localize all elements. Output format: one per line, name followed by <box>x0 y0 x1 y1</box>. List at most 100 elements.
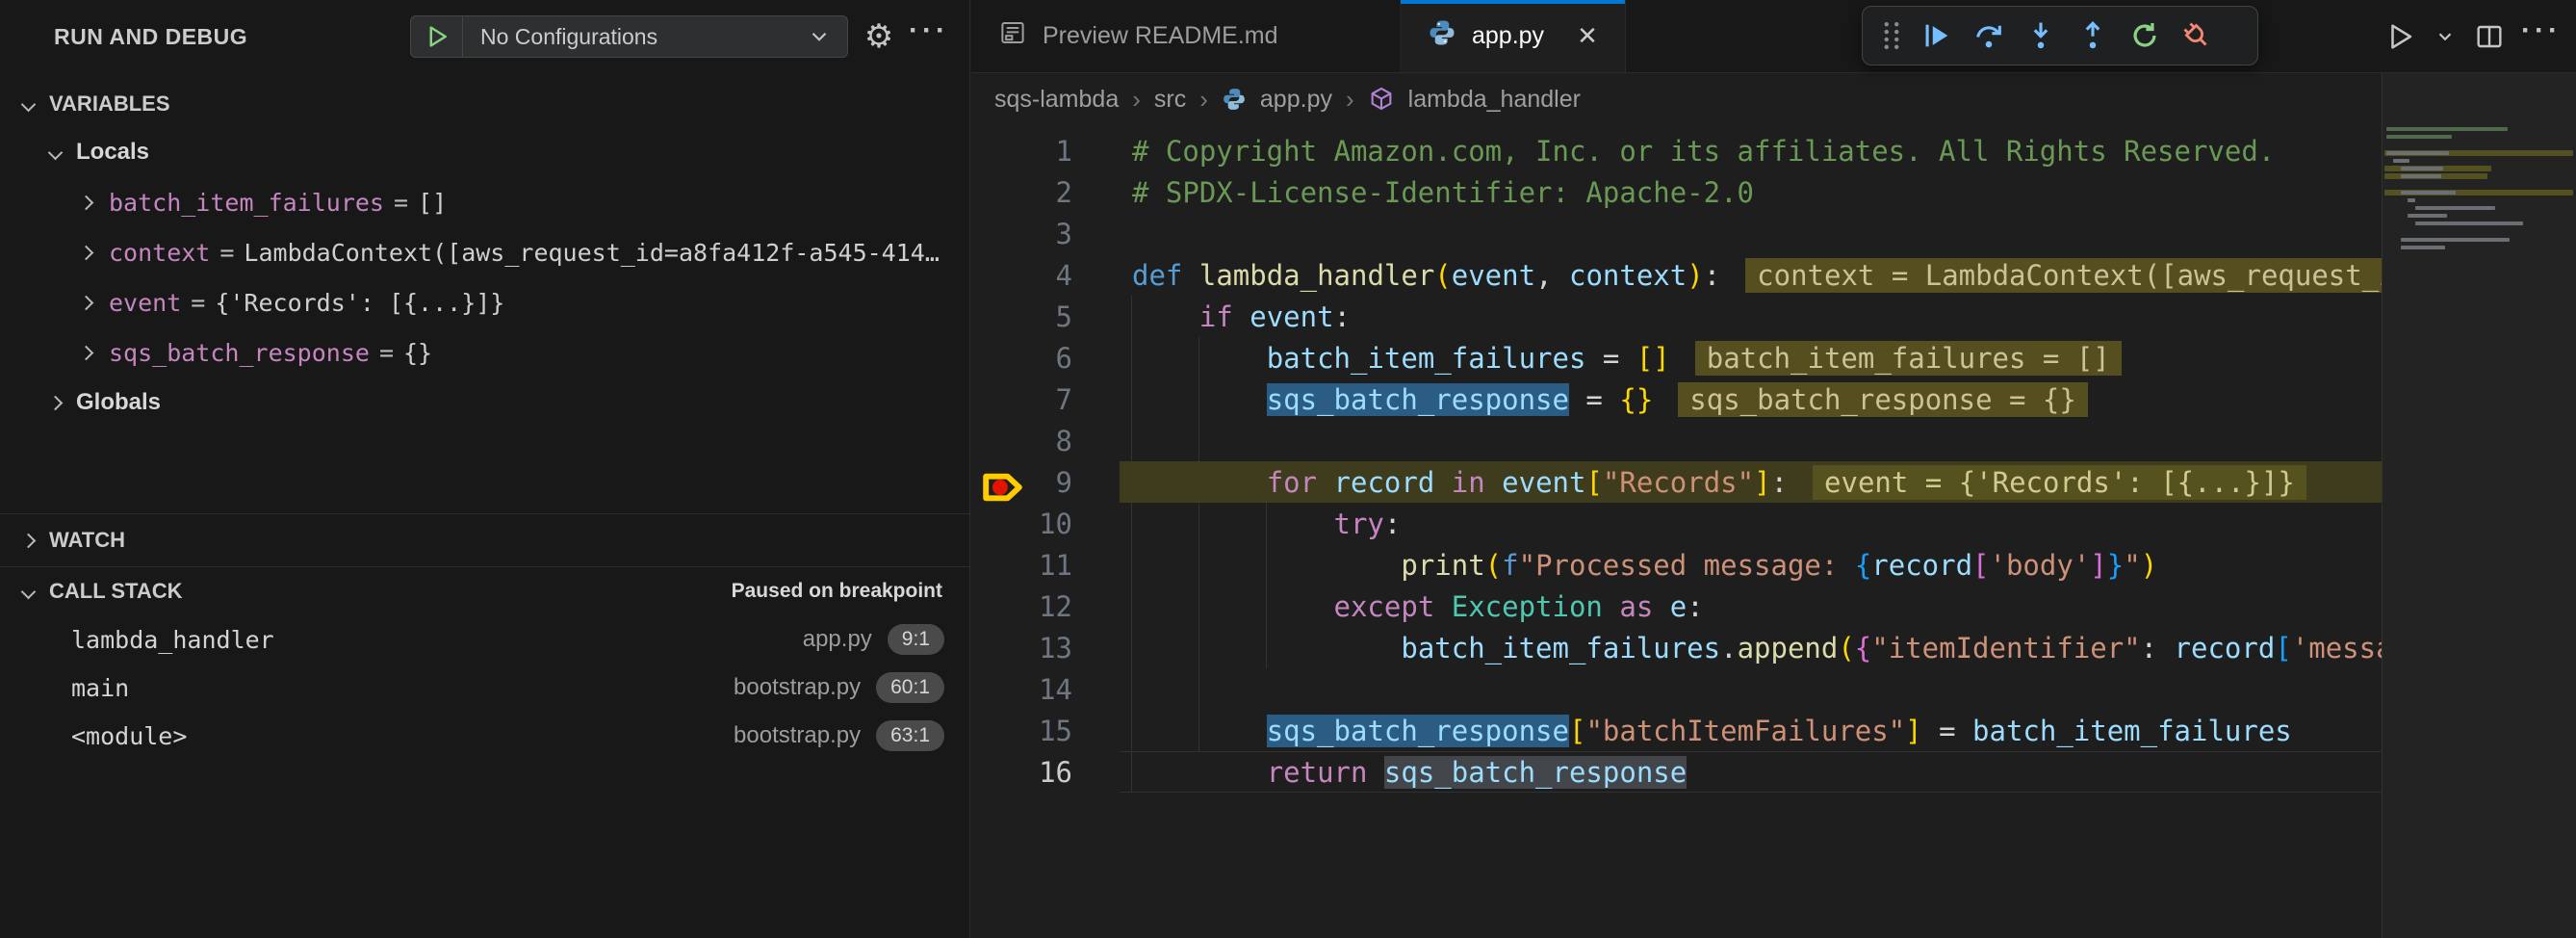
paused-status-badge: Paused on breakpoint <box>732 580 942 603</box>
code-text: # Copyright Amazon.com, Inc. or its affi… <box>1132 135 2275 168</box>
call-stack-frame[interactable]: <module> bootstrap.py63:1 <box>0 712 969 760</box>
editor-gutter[interactable]: 12 <box>971 590 1132 623</box>
line-number: 9 <box>1056 466 1072 499</box>
chevron-right-icon <box>79 245 94 260</box>
code-text: print(f"Processed message: {record['body… <box>1132 549 2157 582</box>
close-icon[interactable]: ✕ <box>1577 21 1598 51</box>
debug-config-dropdown[interactable]: No Configurations <box>410 15 848 58</box>
start-debug-icon[interactable] <box>411 16 463 57</box>
step-into-button[interactable] <box>2015 10 2067 62</box>
call-stack-frame[interactable]: lambda_handlerapp.py9:1 <box>0 615 969 664</box>
line-number: 1 <box>1056 135 1072 168</box>
editor-gutter[interactable]: 10 <box>971 508 1132 540</box>
disconnect-button[interactable] <box>2171 10 2223 62</box>
editor-gutter[interactable]: 2 <box>971 176 1132 209</box>
variable-row[interactable]: sqs_batch_response={} <box>0 327 969 378</box>
equals-sign: = <box>370 339 403 367</box>
editor-gutter[interactable]: 14 <box>971 673 1132 706</box>
code-line: 16 return sqs_batch_response <box>971 751 2382 793</box>
inline-debug-value: event = {'Records': [{...}]} <box>1813 465 2306 500</box>
inline-debug-value: context = LambdaContext([aws_request_id=… <box>1745 258 2382 293</box>
call-stack-section-header[interactable]: CALL STACK Paused on breakpoint <box>0 567 969 615</box>
symbol-method-icon <box>1368 86 1395 113</box>
chevron-right-icon <box>79 295 94 310</box>
code-text: batch_item_failures = []batch_item_failu… <box>1132 341 2122 376</box>
editor-gutter[interactable]: 6 <box>971 342 1132 375</box>
gear-icon[interactable]: ⚙ <box>860 17 898 56</box>
continue-button[interactable] <box>1911 10 1963 62</box>
call-stack-frame[interactable]: mainbootstrap.py60:1 <box>0 664 969 712</box>
minimap-line <box>2415 221 2524 225</box>
globals-row[interactable]: Globals <box>0 378 969 428</box>
drag-handle-icon[interactable] <box>1872 10 1911 62</box>
code-content[interactable]: 1 # Copyright Amazon.com, Inc. or its aff… <box>971 130 2382 938</box>
editor-gutter[interactable]: 15 <box>971 715 1132 747</box>
editor-gutter[interactable]: 4 <box>971 259 1132 292</box>
code-line: 8 <box>971 420 2382 461</box>
editor-gutter[interactable]: 3 <box>971 218 1132 250</box>
more-actions-icon[interactable]: ··· <box>2520 17 2563 56</box>
variable-name: sqs_batch_response <box>109 339 370 367</box>
breadcrumb-separator: › <box>1346 85 1354 115</box>
chevron-right-icon <box>79 195 94 210</box>
chevron-down-icon <box>21 584 37 599</box>
code-text: for record in event["Records"]:event = {… <box>1132 465 2306 500</box>
line-number: 3 <box>1056 218 1072 250</box>
editor-gutter[interactable]: 11 <box>971 549 1132 582</box>
editor-gutter[interactable]: 13 <box>971 632 1132 664</box>
code-text: batch_item_failures.append({"itemIdentif… <box>1132 632 2382 664</box>
breadcrumb-item-file[interactable]: app.py <box>1260 86 1332 114</box>
minimap-line <box>2401 167 2443 170</box>
variable-row[interactable]: context=LambdaContext([aws_request_id=a8… <box>0 227 969 277</box>
breadcrumb-item-folder[interactable]: src <box>1154 86 1186 114</box>
line-number: 7 <box>1056 383 1072 416</box>
code-line: 2# SPDX-License-Identifier: Apache-2.0 <box>971 171 2382 213</box>
frame-position-badge: 63:1 <box>876 720 944 751</box>
run-dropdown-chevron-icon[interactable] <box>2432 17 2459 56</box>
code-line: 9 for record in event["Records"]:event =… <box>971 461 2382 503</box>
tab-app-py[interactable]: app.py ✕ <box>1401 0 1626 72</box>
variable-row[interactable]: event={'Records': [{...}]} <box>0 277 969 327</box>
current-breakpoint-icon[interactable] <box>981 467 1031 508</box>
tab-preview-readme[interactable]: Preview README.md <box>971 0 1401 72</box>
variables-section-header[interactable]: VARIABLES <box>0 81 969 127</box>
frame-file: bootstrap.py <box>734 722 876 749</box>
minimap-line <box>2401 191 2456 195</box>
editor-gutter[interactable]: 1 <box>971 135 1132 168</box>
editor-gutter[interactable]: 16 <box>971 756 1132 789</box>
locals-variable-list: batch_item_failures=[]context=LambdaCont… <box>0 177 969 378</box>
code-text: try: <box>1132 508 1401 540</box>
breadcrumb-separator: › <box>1199 85 1208 115</box>
equals-sign: = <box>181 289 215 317</box>
chevron-right-icon <box>48 395 64 410</box>
variable-name: event <box>109 289 181 317</box>
breadcrumb-item-symbol[interactable]: lambda_handler <box>1408 86 1581 114</box>
code-line: 3 <box>971 213 2382 254</box>
minimap[interactable] <box>2382 73 2576 938</box>
step-over-button[interactable] <box>1963 10 2015 62</box>
frame-position-badge: 9:1 <box>888 624 944 655</box>
restart-button[interactable] <box>2119 10 2171 62</box>
line-number: 14 <box>1039 673 1072 706</box>
editor-gutter[interactable]: 5 <box>971 300 1132 333</box>
line-number: 6 <box>1056 342 1072 375</box>
code-text: sqs_batch_response["batchItemFailures"] … <box>1132 715 2292 747</box>
minimap-line <box>2408 198 2414 202</box>
editor-gutter[interactable]: 8 <box>971 425 1132 457</box>
split-editor-button[interactable] <box>2468 17 2511 56</box>
minimap-line <box>2401 238 2510 242</box>
locals-row[interactable]: Locals <box>0 127 969 177</box>
code-line: 12 except Exception as e: <box>971 586 2382 627</box>
breadcrumb-item-folder[interactable]: sqs-lambda <box>994 86 1119 114</box>
editor-gutter[interactable]: 9 <box>971 466 1132 499</box>
frame-name: <module> <box>71 722 187 750</box>
editor-gutter[interactable]: 7 <box>971 383 1132 416</box>
step-out-button[interactable] <box>2067 10 2119 62</box>
chevron-down-icon <box>21 96 37 112</box>
more-actions-icon[interactable]: ··· <box>910 17 948 56</box>
watch-section-header[interactable]: WATCH <box>0 514 969 566</box>
run-python-file-button[interactable] <box>2380 17 2422 56</box>
line-number: 13 <box>1039 632 1072 664</box>
minimap-line <box>2393 159 2409 163</box>
variable-row[interactable]: batch_item_failures=[] <box>0 177 969 227</box>
